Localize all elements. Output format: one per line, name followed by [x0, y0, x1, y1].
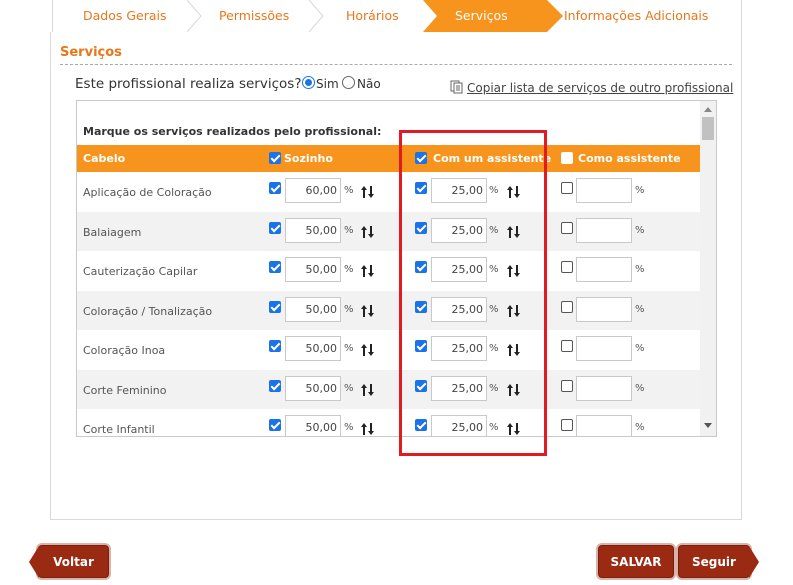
tab-active-notch: [423, 0, 437, 32]
percent-label: %: [635, 303, 645, 315]
sort-arrows-icon[interactable]: [360, 224, 375, 238]
as-assistant-checkbox[interactable]: [561, 340, 573, 352]
services-table-frame: Marque os serviços realizados pelo profi…: [76, 100, 717, 437]
percent-label: %: [635, 343, 645, 354]
alone-checkbox[interactable]: [269, 379, 281, 392]
table-row: Aplicação de Coloração 60,00% 25,00%%: [77, 172, 700, 212]
alone-percent-input[interactable]: 50,00: [285, 336, 341, 361]
service-name: Coloração / Tonalização: [83, 304, 213, 318]
alone-checkbox[interactable]: [269, 221, 281, 234]
next-button[interactable]: Seguir: [678, 545, 759, 578]
tab-separator: [186, 0, 202, 32]
tab-servicos[interactable]: Serviços: [455, 0, 508, 32]
tab-informacoes-adicionais[interactable]: Informações Adicionais: [564, 0, 708, 32]
tab-horarios[interactable]: Horários: [346, 0, 399, 32]
alone-percent-input[interactable]: 50,00: [285, 296, 341, 322]
radio-no-label[interactable]: Não: [357, 77, 381, 91]
table-row: Coloração Inoa 50,00% 25,00%%: [77, 330, 700, 370]
alone-percent-input[interactable]: 60,00: [285, 178, 341, 203]
scroll-thumb[interactable]: [702, 117, 714, 140]
as-assistant-checkbox[interactable]: [561, 182, 573, 194]
tab-permissoes[interactable]: Permissões: [219, 0, 289, 32]
percent-label: %: [635, 422, 645, 433]
header-alone: Sozinho: [284, 152, 333, 165]
percent-label: %: [344, 264, 354, 275]
alone-percent-input[interactable]: 50,00: [285, 217, 341, 243]
percent-label: %: [635, 224, 645, 236]
as-assistant-percent-input[interactable]: [576, 217, 632, 243]
as-assistant-percent-input[interactable]: [576, 257, 632, 282]
scroll-up-icon[interactable]: [704, 107, 712, 112]
alone-checkbox[interactable]: [269, 300, 281, 313]
as-assistant-checkbox[interactable]: [561, 221, 573, 234]
alone-checkbox[interactable]: [269, 340, 281, 352]
table-row: Balaiagem 50,00% 25,00%%: [77, 211, 700, 251]
as-assistant-checkbox[interactable]: [561, 261, 573, 273]
header-category: Cabelo: [83, 152, 126, 165]
alone-percent-input[interactable]: 50,00: [285, 375, 341, 401]
table-row: Corte Feminino 50,00% 25,00%%: [77, 369, 700, 409]
percent-label: %: [635, 382, 645, 394]
tab-dados-gerais[interactable]: Dados Gerais: [83, 0, 167, 32]
as-assistant-percent-input[interactable]: [576, 296, 632, 322]
percent-label: %: [344, 343, 354, 354]
alone-checkbox[interactable]: [269, 182, 281, 194]
sort-arrows-icon[interactable]: [360, 263, 375, 277]
table-scrollbar[interactable]: [700, 101, 716, 436]
table-instruction: Marque os serviços realizados pelo profi…: [83, 125, 382, 138]
copy-icon[interactable]: [450, 80, 464, 94]
section-divider: [60, 64, 732, 65]
as-assistant-checkbox[interactable]: [561, 379, 573, 392]
sort-arrows-icon[interactable]: [360, 421, 375, 435]
wizard-tabs: Dados Gerais Permissões Horários Serviço…: [52, 0, 742, 32]
header-as-assistant-checkbox[interactable]: [561, 152, 573, 164]
percent-label: %: [635, 264, 645, 275]
scroll-down-icon[interactable]: [704, 423, 712, 428]
service-name: Aplicação de Coloração: [83, 186, 212, 199]
sort-arrows-icon[interactable]: [360, 382, 375, 396]
section-title: Serviços: [60, 45, 122, 60]
back-button[interactable]: Voltar: [29, 545, 109, 578]
percent-label: %: [344, 303, 354, 315]
alone-percent-input[interactable]: 50,00: [285, 257, 341, 282]
sort-arrows-icon[interactable]: [360, 342, 375, 356]
highlight-box: [399, 130, 547, 456]
alone-percent-input[interactable]: 50,00: [285, 415, 341, 436]
copy-services-link[interactable]: Copiar lista de serviços de outro profis…: [467, 81, 733, 95]
as-assistant-percent-input[interactable]: [576, 375, 632, 401]
as-assistant-percent-input[interactable]: [576, 415, 632, 436]
percent-label: %: [635, 185, 645, 196]
table-row: Coloração / Tonalização 50,00% 25,00%%: [77, 290, 700, 330]
service-name: Balaiagem: [83, 225, 142, 239]
service-name: Corte Infantil: [83, 423, 155, 436]
table-row: Corte Infantil 50,00% 25,00%%: [77, 409, 700, 436]
question-text: Este profissional realiza serviços?: [75, 76, 302, 92]
radio-no[interactable]: [342, 76, 355, 89]
alone-checkbox[interactable]: [269, 419, 281, 431]
sort-arrows-icon[interactable]: [360, 184, 375, 198]
tab-separator: [308, 0, 324, 32]
radio-yes-label[interactable]: Sim: [316, 77, 339, 91]
percent-label: %: [344, 382, 354, 394]
table-row: Cauterização Capilar 50,00% 25,00%%: [77, 251, 700, 291]
as-assistant-percent-input[interactable]: [576, 178, 632, 203]
as-assistant-checkbox[interactable]: [561, 419, 573, 431]
alone-checkbox[interactable]: [269, 261, 281, 273]
as-assistant-checkbox[interactable]: [561, 300, 573, 313]
header-alone-checkbox[interactable]: [269, 152, 281, 164]
as-assistant-percent-input[interactable]: [576, 336, 632, 361]
header-as-assistant: Como assistente: [578, 152, 681, 165]
service-name: Corte Feminino: [83, 383, 167, 397]
service-name: Cauterização Capilar: [83, 265, 198, 278]
percent-label: %: [344, 224, 354, 236]
sort-arrows-icon[interactable]: [360, 303, 375, 317]
percent-label: %: [344, 422, 354, 433]
table-header: Cabelo Sozinho Com um assistente Como as…: [77, 145, 700, 172]
save-button[interactable]: SALVAR: [598, 545, 674, 578]
service-name: Coloração Inoa: [83, 344, 166, 357]
services-page: Dados Gerais Permissões Horários Serviço…: [0, 0, 793, 585]
percent-label: %: [344, 185, 354, 196]
radio-yes[interactable]: [302, 76, 315, 89]
tab-active-arrow: [547, 0, 563, 32]
